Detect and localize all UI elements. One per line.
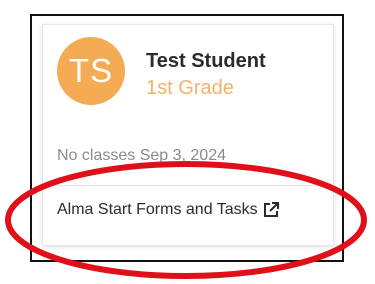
student-name: Test Student [146,50,266,72]
student-card: TS Test Student 1st Grade No classes Sep… [42,24,334,246]
screenshot-frame: TS Test Student 1st Grade No classes Sep… [30,14,344,262]
card-divider [43,185,333,186]
alma-start-forms-link[interactable]: Alma Start Forms and Tasks [57,201,280,219]
schedule-status: No classes Sep 3, 2024 [57,147,226,164]
alma-start-forms-label: Alma Start Forms and Tasks [57,201,258,218]
external-link-icon [262,201,280,219]
student-avatar: TS [57,37,125,105]
screenshot-stage: TS Test Student 1st Grade No classes Sep… [0,0,375,284]
student-grade: 1st Grade [146,77,234,99]
